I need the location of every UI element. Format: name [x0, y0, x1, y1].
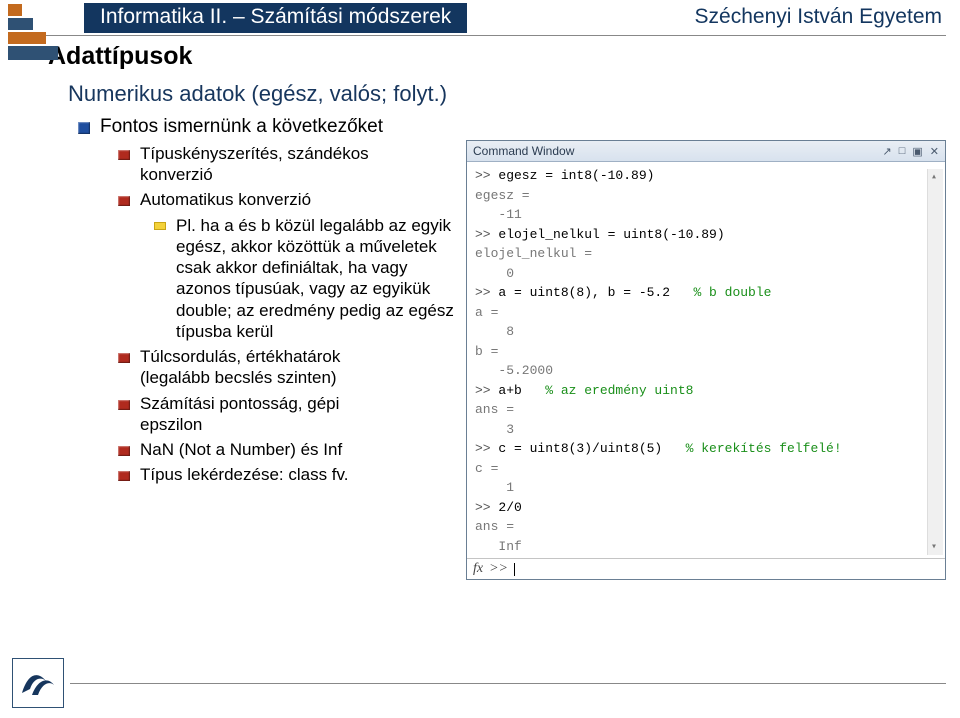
- course-title: Informatika II. – Számítási módszerek: [84, 3, 467, 33]
- maximize-icon[interactable]: ▣: [912, 145, 922, 158]
- bullet-text: Automatikus konverzió: [140, 189, 311, 210]
- command-line: -5.2000: [475, 361, 939, 381]
- fx-label: fx: [473, 561, 483, 577]
- command-line: a =: [475, 303, 939, 323]
- close-icon[interactable]: ✕: [930, 145, 939, 158]
- command-line: >> a = uint8(8), b = -5.2 % b double: [475, 283, 939, 303]
- slide-title: Adattípusok: [48, 42, 960, 71]
- arrow-icon[interactable]: ↗: [883, 145, 892, 158]
- bullet-text: Típus lekérdezése: class fv.: [140, 464, 349, 485]
- fx-input-row[interactable]: fx >>: [467, 558, 945, 579]
- window-controls: ↗ □ ▣ ✕: [883, 145, 940, 158]
- command-line: >> egesz = int8(-10.89): [475, 166, 939, 186]
- bullet-level2: NaN (Not a Number) és Inf: [118, 439, 478, 460]
- page-header: Informatika II. – Számítási módszerek Sz…: [0, 0, 960, 33]
- bullet-red-icon: [118, 446, 130, 456]
- command-line: b =: [475, 342, 939, 362]
- command-line: Inf: [475, 537, 939, 557]
- bullet-level2: Típuskényszerítés, szándékos konverzió: [118, 143, 478, 186]
- command-window-body[interactable]: >> egesz = int8(-10.89)egesz = -11>> elo…: [467, 162, 945, 558]
- command-line: 3: [475, 420, 939, 440]
- command-line: elojel_nelkul =: [475, 244, 939, 264]
- command-line: 0: [475, 264, 939, 284]
- bullet-text: NaN (Not a Number) és Inf: [140, 439, 342, 460]
- bullet-level2: Számítási pontosság, gépi epszilon: [118, 393, 478, 436]
- bullet-text: Túlcsordulás, értékhatárok (legalább bec…: [140, 346, 400, 389]
- bullet-red-icon: [118, 471, 130, 481]
- command-line: >> a+b % az eredmény uint8: [475, 381, 939, 401]
- bullet-level2: Túlcsordulás, értékhatárok (legalább bec…: [118, 346, 478, 389]
- bullet-text: Számítási pontosság, gépi epszilon: [140, 393, 400, 436]
- university-logo: [12, 658, 64, 708]
- command-line: 8: [475, 322, 939, 342]
- bullet-red-icon: [118, 353, 130, 363]
- undock-icon[interactable]: □: [899, 145, 906, 158]
- command-line: ans =: [475, 400, 939, 420]
- bullet-level2: Automatikus konverzió: [118, 189, 478, 210]
- command-line: -11: [475, 205, 939, 225]
- bullet-text: Pl. ha a és b közül legalább az egyik eg…: [176, 215, 466, 343]
- scrollbar[interactable]: [927, 169, 943, 555]
- command-line: 1: [475, 478, 939, 498]
- command-line: >> c = uint8(3)/uint8(5) % kerekítés fel…: [475, 439, 939, 459]
- command-line: ans =: [475, 517, 939, 537]
- corner-decoration: [8, 4, 68, 68]
- bullet-level1: Fontos ismernünk a következőket: [78, 115, 960, 139]
- footer-divider: [70, 683, 946, 684]
- bullet-blue-icon: [78, 122, 90, 134]
- university-name: Széchenyi István Egyetem: [695, 3, 946, 29]
- cursor-icon: [514, 563, 520, 576]
- command-line: >> 2/0: [475, 498, 939, 518]
- bullet-level3: Pl. ha a és b közül legalább az egyik eg…: [154, 215, 474, 343]
- command-window-title: Command Window: [473, 144, 574, 158]
- bullet-text: Típuskényszerítés, szándékos konverzió: [140, 143, 400, 186]
- bullet-red-icon: [118, 400, 130, 410]
- command-line: c =: [475, 459, 939, 479]
- command-window-titlebar: Command Window ↗ □ ▣ ✕: [467, 141, 945, 162]
- command-window: Command Window ↗ □ ▣ ✕ >> egesz = int8(-…: [466, 140, 946, 580]
- bullet-red-icon: [118, 150, 130, 160]
- command-line: >> elojel_nelkul = uint8(-10.89): [475, 225, 939, 245]
- bullet-text: Fontos ismernünk a következőket: [100, 115, 383, 139]
- bullet-level2: Típus lekérdezése: class fv.: [118, 464, 478, 485]
- bullet-red-icon: [118, 196, 130, 206]
- command-line: egesz =: [475, 186, 939, 206]
- bullet-yellow-icon: [154, 222, 166, 230]
- slide-subtitle: Numerikus adatok (egész, valós; folyt.): [68, 81, 960, 107]
